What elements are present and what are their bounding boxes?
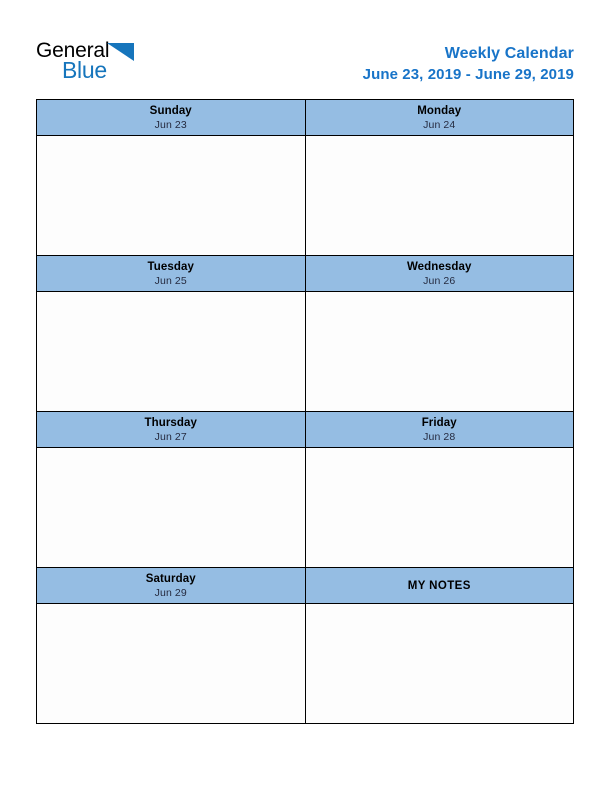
day-date-label: Jun 23 <box>154 119 187 131</box>
body-row <box>37 448 574 568</box>
day-name-label: Thursday <box>144 417 198 429</box>
day-name-label: Tuesday <box>147 261 194 273</box>
body-row <box>37 604 574 724</box>
day-body-sunday[interactable] <box>37 136 306 256</box>
date-range: June 23, 2019 - June 29, 2019 <box>362 66 574 83</box>
day-header-monday: Monday Jun 24 <box>305 100 574 136</box>
notes-label: MY NOTES <box>407 579 471 592</box>
day-body-wednesday[interactable] <box>305 292 574 412</box>
general-blue-logo: General Blue <box>36 40 236 88</box>
body-row <box>37 136 574 256</box>
triangle-icon <box>107 43 134 61</box>
day-header-sunday: Sunday Jun 23 <box>37 100 306 136</box>
page-header: General Blue Weekly Calendar June 23, 20… <box>0 0 612 96</box>
title-block: Weekly Calendar June 23, 2019 - June 29,… <box>363 44 574 85</box>
day-header-friday: Friday Jun 28 <box>305 412 574 448</box>
day-date-label: Jun 27 <box>154 431 187 443</box>
day-name-label: Friday <box>421 417 457 429</box>
day-name-label: Monday <box>417 105 462 117</box>
day-date-label: Jun 24 <box>423 119 456 131</box>
notes-header: MY NOTES <box>305 568 574 604</box>
header-row: Sunday Jun 23 Monday Jun 24 <box>37 100 574 136</box>
day-body-tuesday[interactable] <box>37 292 306 412</box>
day-date-label: Jun 28 <box>423 431 456 443</box>
day-name-label: Saturday <box>145 573 196 585</box>
day-header-saturday: Saturday Jun 29 <box>37 568 306 604</box>
day-name-label: Sunday <box>149 105 192 117</box>
day-header-wednesday: Wednesday Jun 26 <box>305 256 574 292</box>
day-name-label: Wednesday <box>406 261 472 273</box>
page-title: Weekly Calendar <box>444 45 574 62</box>
notes-body[interactable] <box>305 604 574 724</box>
day-date-label: Jun 25 <box>154 275 187 287</box>
day-header-thursday: Thursday Jun 27 <box>37 412 306 448</box>
day-date-label: Jun 26 <box>423 275 456 287</box>
day-body-saturday[interactable] <box>37 604 306 724</box>
weekly-calendar-page: General Blue Weekly Calendar June 23, 20… <box>0 0 612 792</box>
day-body-monday[interactable] <box>305 136 574 256</box>
header-row: Thursday Jun 27 Friday Jun 28 <box>37 412 574 448</box>
day-body-thursday[interactable] <box>37 448 306 568</box>
day-date-label: Jun 29 <box>154 587 187 599</box>
calendar-grid: Sunday Jun 23 Monday Jun 24 Tuesday Jun … <box>36 99 574 724</box>
day-body-friday[interactable] <box>305 448 574 568</box>
header-row: Saturday Jun 29 MY NOTES <box>37 568 574 604</box>
logo-text-blue: Blue <box>62 57 107 83</box>
day-header-tuesday: Tuesday Jun 25 <box>37 256 306 292</box>
body-row <box>37 292 574 412</box>
header-row: Tuesday Jun 25 Wednesday Jun 26 <box>37 256 574 292</box>
